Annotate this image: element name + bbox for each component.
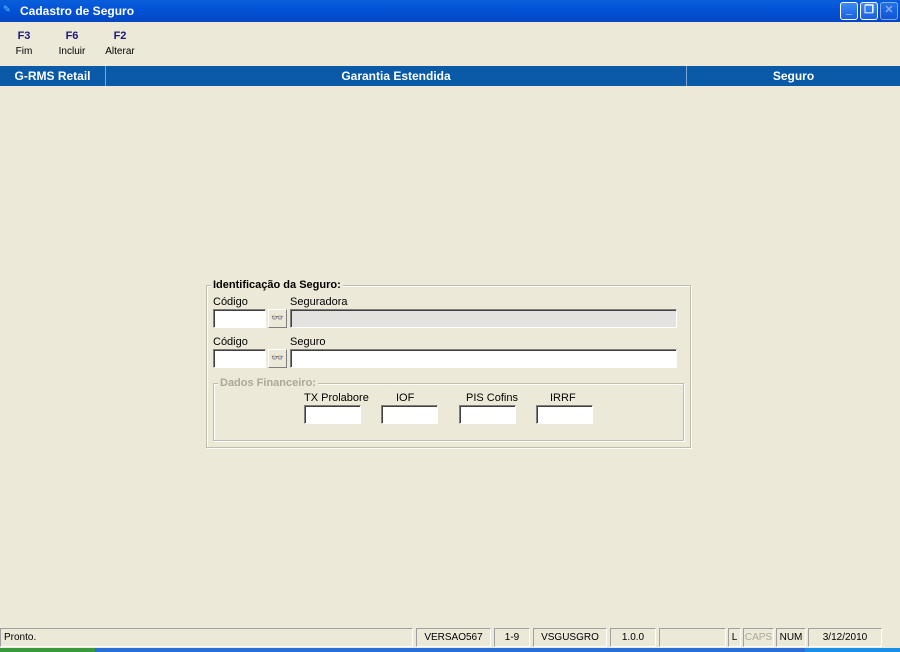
seguradora-input: [290, 309, 677, 328]
status-panel: 1-9: [494, 628, 530, 647]
key-label: F6: [65, 30, 79, 42]
toolbar-incluir-button[interactable]: F6 Incluir: [52, 30, 92, 57]
tx-prolabore-input[interactable]: [304, 405, 361, 424]
title-bar: ✎ Cadastro de Seguro _ ❐ ✕: [0, 0, 900, 22]
status-panel-empty: [659, 628, 726, 647]
codigo-label: Código: [213, 296, 248, 308]
status-l: L: [728, 628, 741, 647]
irrf-input[interactable]: [536, 405, 593, 424]
financeiro-title: Dados Financeiro:: [218, 377, 318, 389]
status-num: NUM: [776, 628, 806, 647]
close-button[interactable]: ✕: [880, 2, 898, 20]
iof-label: IOF: [396, 392, 415, 404]
minimize-button[interactable]: _: [840, 2, 858, 20]
header-band: G-RMS Retail Garantia Estendida Seguro: [0, 66, 900, 86]
seguro-input[interactable]: [290, 349, 677, 368]
key-label: F2: [113, 30, 127, 42]
codigo-label: Código: [213, 336, 248, 348]
band-screen: Seguro: [772, 69, 815, 83]
tx-prolabore-label: TX Prolabore: [304, 392, 369, 404]
pis-cofins-input[interactable]: [459, 405, 516, 424]
toolbar-alterar-button[interactable]: F2 Alterar: [100, 30, 140, 57]
seguro-label: Seguro: [290, 336, 326, 348]
seguradora-label: Seguradora: [290, 296, 348, 308]
dados-financeiro-group: [213, 383, 684, 441]
key-label: F3: [17, 30, 31, 42]
status-caps: CAPS: [743, 628, 774, 647]
button-label: Alterar: [105, 46, 135, 57]
restore-button[interactable]: ❐: [860, 2, 878, 20]
binoculars-search-icon[interactable]: 👓: [268, 309, 287, 328]
codigo-seguradora-input[interactable]: [213, 309, 266, 328]
status-program: VSGUSGRO: [533, 628, 607, 647]
group-title: Identificação da Seguro:: [211, 279, 343, 291]
codigo-seguro-input[interactable]: [213, 349, 266, 368]
irrf-label: IRRF: [550, 392, 576, 404]
button-label: Incluir: [58, 46, 86, 57]
app-icon: ✎: [3, 4, 11, 14]
band-system: G-RMS Retail: [0, 66, 106, 86]
binoculars-search-icon[interactable]: 👓: [268, 349, 287, 368]
button-label: Fim: [15, 46, 33, 57]
iof-input[interactable]: [381, 405, 438, 424]
status-version: VERSAO567: [416, 628, 491, 647]
taskbar-strip: [0, 648, 900, 652]
window-title: Cadastro de Seguro: [20, 4, 135, 18]
pis-cofins-label: PIS Cofins: [466, 392, 518, 404]
toolbar-fim-button[interactable]: F3 Fim: [4, 30, 44, 57]
status-date: 3/12/2010: [808, 628, 882, 647]
status-build: 1.0.0: [610, 628, 656, 647]
status-message: Pronto.: [0, 628, 413, 647]
band-module: Garantia Estendida: [106, 66, 687, 86]
